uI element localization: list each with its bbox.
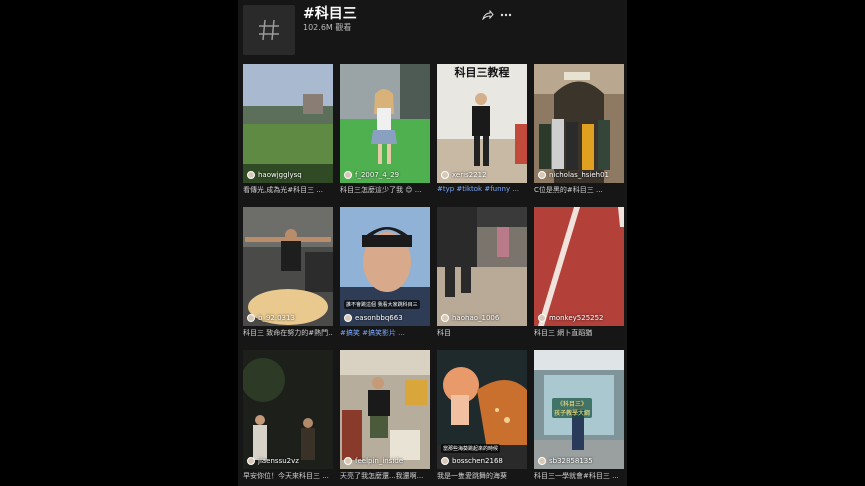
video-author[interactable]: haowjgglysq [247,171,302,179]
video-thumbnail[interactable]: 科目三教程 xeris2212 [437,64,527,183]
video-author[interactable]: f_2007_4_29 [344,171,399,179]
video-author[interactable]: monkey525252 [538,314,604,322]
avatar [538,314,546,322]
video-author[interactable]: xeris2212 [441,171,487,179]
video-card[interactable]: 誰不會跳這個 我看大家跳科目三 easonbbq663 #搞笑 #搞笑影片 ..… [340,207,430,343]
video-card[interactable]: nicholas_hsieh01 C位是黑的#科目三 ... [534,64,624,200]
video-thumbnail[interactable]: monkey525252 [534,207,624,326]
video-card[interactable]: jiaenssu2vz 早安你位！今天來科目三 ... [243,350,333,486]
video-caption: 科目三 網卜直蹈猶 [534,329,593,337]
video-caption: #搞笑 #搞笑影片 ... [340,329,405,337]
video-caption: 科目三一學就會#科目三 ... [534,472,619,480]
video-thumbnail[interactable]: 當那些海葵跳起來的時候 bosschen2168 [437,350,527,469]
video-caption: 天亮了我怎麼還...我還啊... [340,472,424,480]
video-card[interactable]: 科目三教程 xeris2212 #typ #tiktok #funny ... [437,64,527,200]
avatar [538,171,546,179]
video-thumbnail[interactable]: nicholas_hsieh01 [534,64,624,183]
avatar [441,171,449,179]
video-thumbnail[interactable]: haowjgglysq [243,64,333,183]
avatar [538,457,546,465]
avatar [247,457,255,465]
avatar [344,314,352,322]
video-thumbnail[interactable]: feelpin_inside [340,350,430,469]
more-options-icon[interactable] [499,8,513,22]
video-text-overlay: 誰不會跳這個 我看大家跳科目三 [344,300,420,309]
avatar [247,171,255,179]
video-author[interactable]: nicholas_hsieh01 [538,171,609,179]
video-thumbnail[interactable]: 誰不會跳這個 我看大家跳科目三 easonbbq663 [340,207,430,326]
page-title: #科目三 [303,6,357,22]
video-overlay-title: 科目三教程 [454,66,510,79]
avatar [344,171,352,179]
video-thumbnail[interactable]: jiaenssu2vz [243,350,333,469]
video-card[interactable]: 《科目三》 孩子教學大綱 sb32858135 科目三一學就會#科目三 ... [534,350,624,486]
video-grid: haowjgglysq 看傳光,成為光#科目三 ... f_2007_4_29 … [243,64,624,486]
video-author[interactable]: feelpin_inside [344,457,403,465]
video-caption: C位是黑的#科目三 ... [534,186,603,194]
avatar [344,457,352,465]
video-author[interactable]: haohao_1006 [441,314,499,322]
video-author[interactable]: sb32858135 [538,457,593,465]
view-count: 102.6M 觀看 [303,23,352,32]
video-caption: 早安你位！今天來科目三 ... [243,472,329,480]
video-card[interactable]: f_2007_4_29 科目三怎麼這少了我 😊 ... [340,64,430,200]
video-card[interactable]: haohao_1006 科目 [437,207,527,343]
share-icon[interactable] [481,8,495,22]
video-caption: 科目三怎麼這少了我 😊 ... [340,186,422,194]
avatar [247,314,255,322]
video-caption: 科目三 致命在努力的#熱門... [243,329,333,337]
hashtag-icon [243,5,295,55]
video-card[interactable]: 當那些海葵跳起來的時候 bosschen2168 我是一隻愛跳舞的海葵 [437,350,527,486]
avatar [441,314,449,322]
video-author[interactable]: jiaenssu2vz [247,457,299,465]
video-caption: 我是一隻愛跳舞的海葵 [437,472,507,480]
hashtag-header: #科目三 102.6M 觀看 [238,0,627,60]
video-card[interactable]: feelpin_inside 天亮了我怎麼還...我還啊... [340,350,430,486]
video-thumbnail[interactable]: b_92.0313 [243,207,333,326]
video-caption: 看傳光,成為光#科目三 ... [243,186,323,194]
video-card[interactable]: monkey525252 科目三 網卜直蹈猶 [534,207,624,343]
video-author[interactable]: b_92.0313 [247,314,295,322]
video-caption: 科目 [437,329,451,337]
video-thumbnail[interactable]: 《科目三》 孩子教學大綱 sb32858135 [534,350,624,469]
video-thumbnail[interactable]: f_2007_4_29 [340,64,430,183]
avatar [441,457,449,465]
video-author[interactable]: bosschen2168 [441,457,503,465]
hashtag-page: #科目三 102.6M 觀看 haowjgglysq 看傳光,成為光#科目三 .… [238,0,627,486]
video-thumbnail[interactable]: haohao_1006 [437,207,527,326]
video-card[interactable]: b_92.0313 科目三 致命在努力的#熱門... [243,207,333,343]
video-caption: #typ #tiktok #funny ... [437,185,520,193]
video-author[interactable]: easonbbq663 [344,314,403,322]
video-text-overlay: 《科目三》 孩子教學大綱 [552,398,593,418]
video-card[interactable]: haowjgglysq 看傳光,成為光#科目三 ... [243,64,333,200]
video-text-overlay: 當那些海葵跳起來的時候 [441,444,501,453]
